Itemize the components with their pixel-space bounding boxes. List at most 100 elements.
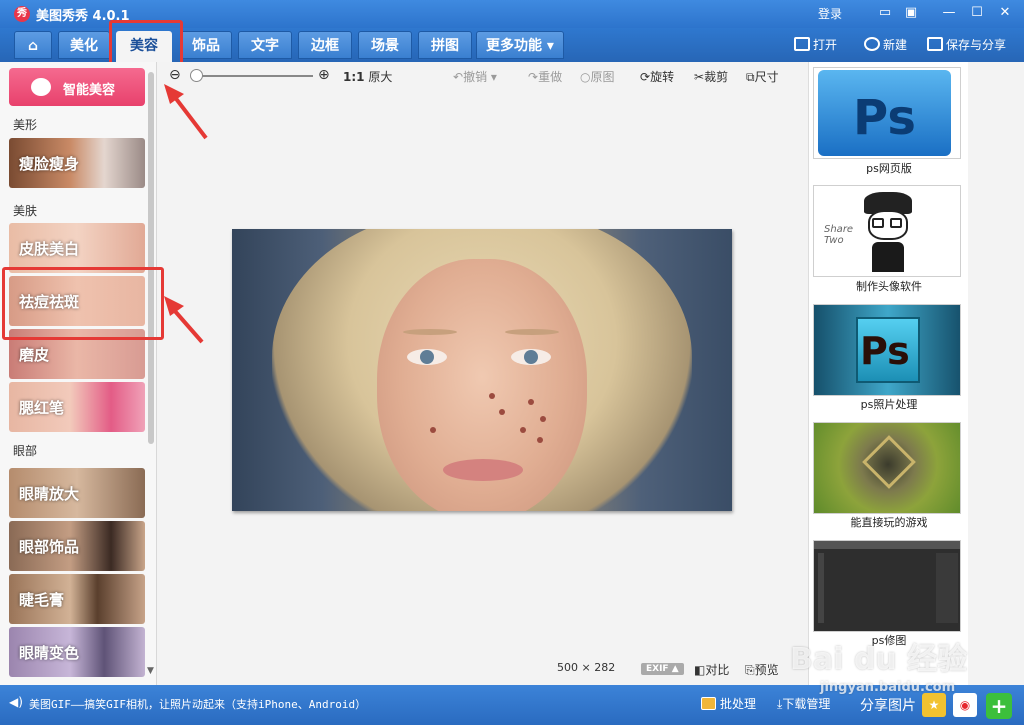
tool-label: 眼部饰品 [19, 538, 80, 556]
new-label: 新建 [883, 38, 908, 52]
tab-text[interactable]: 文字 [238, 31, 292, 59]
open-button[interactable]: 打开 [794, 36, 837, 53]
crop-label: 裁剪 [704, 70, 729, 84]
photo-lips [443, 459, 523, 481]
tool-eye-enlarge[interactable]: 眼睛放大 [9, 468, 145, 518]
zoom-slider-track[interactable] [193, 75, 313, 77]
rec-web-game[interactable] [813, 422, 961, 514]
add-share-icon[interactable]: + [986, 693, 1012, 719]
tab-beautify[interactable]: 美化 [58, 31, 110, 59]
exif-button[interactable]: EXIF ▲ [641, 661, 684, 675]
tool-slim-face[interactable]: 瘦脸瘦身 [9, 138, 145, 188]
close-icon[interactable]: ✕ [996, 4, 1014, 22]
minimize-icon[interactable]: — [940, 4, 958, 22]
tool-label: 磨皮 [19, 346, 50, 364]
rec-ps-web[interactable]: Ps [813, 67, 961, 159]
crop-button[interactable]: ✂裁剪 [694, 68, 728, 85]
rec-ps-photo[interactable]: Ps [813, 304, 961, 396]
maximize-icon[interactable]: ☐ [968, 4, 986, 22]
photo-blemish [430, 427, 436, 433]
weibo-share-icon[interactable]: ◉ [953, 693, 977, 717]
ps-logo-icon: Ps [818, 70, 951, 156]
undo-dropdown-icon[interactable]: ▾ [491, 70, 497, 84]
left-tool-panel: 智能美容 美形 瘦脸瘦身 美肤 皮肤美白 祛痘祛斑 磨皮 腮红笔 眼部 眼睛放大… [0, 62, 157, 685]
share-image-label: 分享图片 [860, 698, 916, 714]
rec-caption[interactable]: 制作头像软件 [809, 278, 969, 294]
left-panel-scrollbar[interactable] [148, 72, 154, 444]
photo-brow [403, 329, 457, 335]
tab-scene[interactable]: 场景 [358, 31, 412, 59]
batch-label: 批处理 [720, 697, 757, 711]
ps-menubar [814, 541, 960, 549]
original-size-button[interactable]: 1:1 原大 [343, 68, 392, 85]
ratio-label: 1:1 [343, 70, 365, 84]
redo-label: 重做 [538, 70, 563, 84]
tool-blush-brush[interactable]: 腮红笔 [9, 382, 145, 432]
tool-eye-color[interactable]: 眼睛变色 [9, 627, 145, 677]
red-arrow-to-tool [164, 296, 204, 344]
section-label-eyes: 眼部 [13, 444, 38, 458]
smart-beauty-button[interactable]: 智能美容 [9, 68, 145, 106]
tab-collage[interactable]: 拼图 [418, 31, 472, 59]
tool-mascara[interactable]: 睫毛膏 [9, 574, 145, 624]
rec-caption[interactable]: ps照片处理 [809, 396, 969, 412]
face-icon [31, 78, 51, 96]
qzone-share-icon[interactable]: ★ [922, 693, 946, 717]
photo-canvas[interactable] [232, 229, 732, 511]
tool-label: 眼睛变色 [19, 644, 80, 662]
tab-more-features[interactable]: 更多功能 ▾ [476, 31, 564, 59]
zoom-in-icon[interactable]: ⊕ [318, 67, 330, 83]
size-button[interactable]: ⧉尺寸 [746, 68, 779, 85]
photo-blemish [499, 409, 505, 415]
menu-icon[interactable]: ▣ [902, 4, 920, 22]
folder-icon [794, 37, 810, 51]
image-dimensions: 500 × 282 [557, 661, 616, 674]
tab-border[interactable]: 边框 [298, 31, 352, 59]
tab-home[interactable]: ⌂ [14, 31, 52, 59]
speaker-icon: ◀) [9, 695, 23, 709]
rec-caption[interactable]: 能直接玩的游戏 [809, 514, 969, 530]
share-two-text: Share Two [824, 224, 854, 246]
tool-label: 眼睛放大 [19, 485, 80, 503]
rotate-icon: ⟳ [640, 70, 651, 84]
rec-caption[interactable]: ps网页版 [809, 160, 969, 176]
feedback-icon[interactable]: ▭ [876, 4, 894, 22]
rotate-label: 旋转 [650, 70, 675, 84]
status-message[interactable]: 美图GIF——搞笑GIF相机，让照片动起来（支持iPhone、Android） [29, 696, 366, 712]
undo-button[interactable]: ↶撤销 ▾ [453, 68, 497, 85]
rec-ps-retouch[interactable] [813, 540, 961, 632]
app-logo-icon: 秀 [14, 6, 30, 22]
compare-button[interactable]: ◧对比 [694, 661, 729, 678]
red-arrow-to-tab [164, 84, 208, 140]
tool-skin-whitening[interactable]: 皮肤美白 [9, 223, 145, 273]
tool-eye-accessories[interactable]: 眼部饰品 [9, 521, 145, 571]
size-label: 尺寸 [754, 70, 779, 84]
login-link[interactable]: 登录 [818, 5, 842, 22]
photo-eye [407, 349, 447, 365]
original-size-label: 原大 [368, 70, 393, 84]
original-image-button[interactable]: ○原图 [580, 68, 615, 85]
scroll-down-icon[interactable]: ▼ [147, 666, 154, 676]
preview-button[interactable]: ⎘预览 [745, 661, 779, 678]
smart-beauty-label: 智能美容 [63, 83, 116, 98]
new-button[interactable]: 新建 [864, 36, 907, 53]
exif-label: EXIF ▲ [641, 663, 684, 675]
plus-icon [864, 37, 880, 51]
rec-avatar-maker[interactable]: Share Two [813, 185, 961, 277]
ps-panels [936, 553, 958, 623]
tool-label: 睫毛膏 [19, 591, 65, 609]
rotate-button[interactable]: ⟳旋转 [640, 68, 674, 85]
preview-label: 预览 [754, 663, 779, 677]
compare-icon: ◧ [694, 663, 706, 677]
cartoon-avatar-icon [858, 192, 918, 272]
resize-icon: ⧉ [746, 70, 755, 84]
download-label: 下载管理 [782, 697, 831, 711]
download-manager-button[interactable]: ⤓下载管理 [777, 695, 830, 712]
watermark-url: jingyan.baidu.com [820, 680, 956, 695]
save-share-button[interactable]: 保存与分享 [927, 36, 1006, 53]
tab-accessories[interactable]: 饰品 [180, 31, 232, 59]
redo-button[interactable]: ↷重做 [528, 68, 562, 85]
section-label-shape: 美形 [13, 118, 38, 132]
save-icon [927, 37, 943, 51]
batch-button[interactable]: 批处理 [701, 695, 756, 712]
